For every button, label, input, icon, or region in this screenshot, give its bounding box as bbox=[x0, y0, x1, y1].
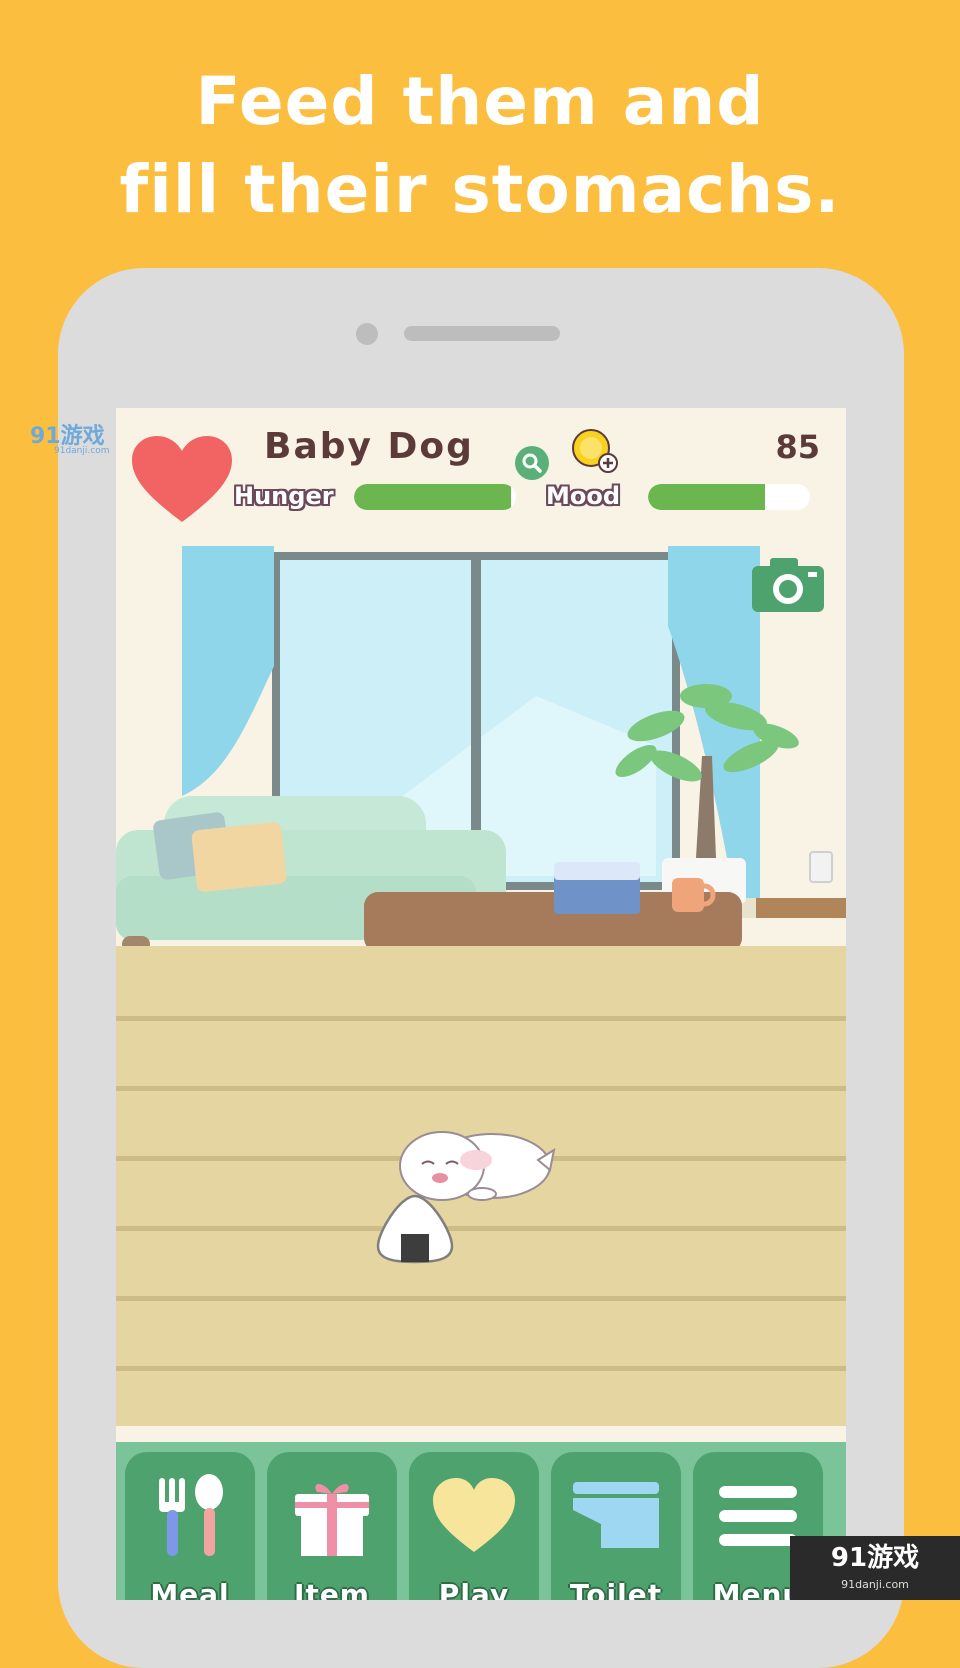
speaker-grille bbox=[404, 326, 560, 341]
watermark-br-url: 91danji.com bbox=[841, 1578, 909, 1591]
floor-plank-line bbox=[116, 1016, 846, 1021]
affection-heart-icon[interactable] bbox=[130, 434, 234, 524]
game-screen: Baby Dog 85 Hunger Mood Meal Item Play T… bbox=[116, 408, 846, 1600]
fork-spoon-icon bbox=[159, 1474, 223, 1556]
floor-plank-line bbox=[116, 1086, 846, 1091]
pet-name: Baby Dog bbox=[264, 426, 474, 467]
toilet-button[interactable]: Toilet bbox=[551, 1452, 681, 1600]
watermark-top-url: 91danji.com bbox=[54, 446, 110, 456]
watermark-top-left: 91游戏 91danji.com bbox=[30, 418, 109, 456]
item-label: Item bbox=[294, 1578, 370, 1600]
meal-label: Meal bbox=[150, 1578, 230, 1600]
play-label: Play bbox=[438, 1578, 510, 1600]
rice-ball-food[interactable] bbox=[374, 1192, 456, 1264]
watermark-br-text: 91游戏 bbox=[830, 1543, 920, 1573]
camera-icon[interactable] bbox=[752, 558, 824, 612]
mood-bar-fill bbox=[648, 484, 765, 510]
hunger-bar-fill bbox=[354, 484, 512, 510]
add-coin-icon[interactable] bbox=[571, 428, 619, 474]
headline-line-1: Feed them and bbox=[195, 63, 765, 140]
mug bbox=[672, 878, 704, 912]
search-icon[interactable] bbox=[515, 446, 549, 480]
heart-icon bbox=[433, 1478, 515, 1552]
meal-button[interactable]: Meal bbox=[125, 1452, 255, 1600]
play-button[interactable]: Play bbox=[409, 1452, 539, 1600]
headline-line-2: fill their stomachs. bbox=[119, 151, 841, 228]
floor-plank-line bbox=[116, 1366, 846, 1371]
headline: Feed them and fill their stomachs. bbox=[0, 58, 960, 234]
coin-count: 85 bbox=[775, 428, 820, 466]
room-scene bbox=[116, 546, 846, 1426]
bottom-menu-bar: Meal Item Play Toilet Menu bbox=[116, 1442, 846, 1600]
gift-icon bbox=[295, 1484, 369, 1556]
floor-plank-line bbox=[116, 1296, 846, 1301]
front-camera bbox=[356, 323, 378, 345]
item-button[interactable]: Item bbox=[267, 1452, 397, 1600]
toilet-icon bbox=[573, 1482, 659, 1548]
mood-label: Mood bbox=[546, 482, 621, 510]
hunger-bar bbox=[354, 484, 516, 510]
watermark-bottom-right: 91游戏 91danji.com bbox=[790, 1536, 960, 1600]
mood-bar bbox=[648, 484, 810, 510]
room-background bbox=[116, 546, 846, 966]
hunger-label: Hunger bbox=[234, 482, 334, 510]
toilet-label: Toilet bbox=[569, 1578, 663, 1600]
